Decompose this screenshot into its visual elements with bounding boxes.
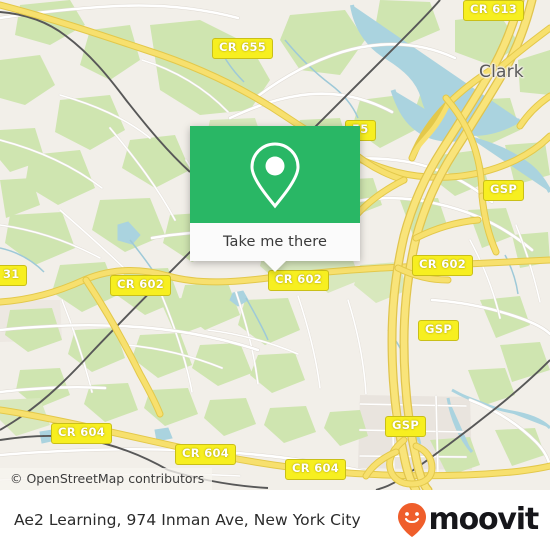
road-shield: 31 xyxy=(0,265,27,286)
road-shield: CR 602 xyxy=(268,270,330,291)
map-canvas[interactable]: .grn { fill:#cfe5b0; } .grn2 { fill:#d8e… xyxy=(0,0,550,490)
take-me-there-label: Take me there xyxy=(222,234,328,250)
moovit-smiley-pin-icon xyxy=(397,503,426,537)
road-shield: GSP xyxy=(385,416,427,437)
road-shield: CR 602 xyxy=(110,275,172,296)
map-attribution[interactable]: © OpenStreetMap contributors xyxy=(0,468,213,490)
popup-image-panel xyxy=(190,126,360,223)
road-shield: GSP xyxy=(483,180,525,201)
road-shield: CR 602 xyxy=(412,255,474,276)
moovit-wordmark: moovit xyxy=(428,502,540,537)
road-shield: CR 655 xyxy=(212,38,274,59)
location-popup[interactable]: Take me there xyxy=(190,126,360,272)
road-shield: CR 604 xyxy=(285,459,347,480)
map-screenshot: .grn { fill:#cfe5b0; } .grn2 { fill:#d8e… xyxy=(0,0,550,550)
footer-bar: Ae2 Learning, 974 Inman Ave, New York Ci… xyxy=(0,490,550,550)
road-shield: CR 604 xyxy=(175,444,237,465)
place-label-clark: Clark xyxy=(479,62,524,82)
take-me-there-button[interactable]: Take me there xyxy=(190,223,360,272)
road-shield: CR 604 xyxy=(51,423,113,444)
map-pin-icon xyxy=(250,141,300,208)
road-shield: CR 613 xyxy=(463,0,525,21)
moovit-brand: moovit xyxy=(397,502,540,538)
location-caption: Ae2 Learning, 974 Inman Ave, New York Ci… xyxy=(14,511,361,529)
popup-pointer-tail xyxy=(264,261,286,272)
road-shield: GSP xyxy=(418,320,460,341)
